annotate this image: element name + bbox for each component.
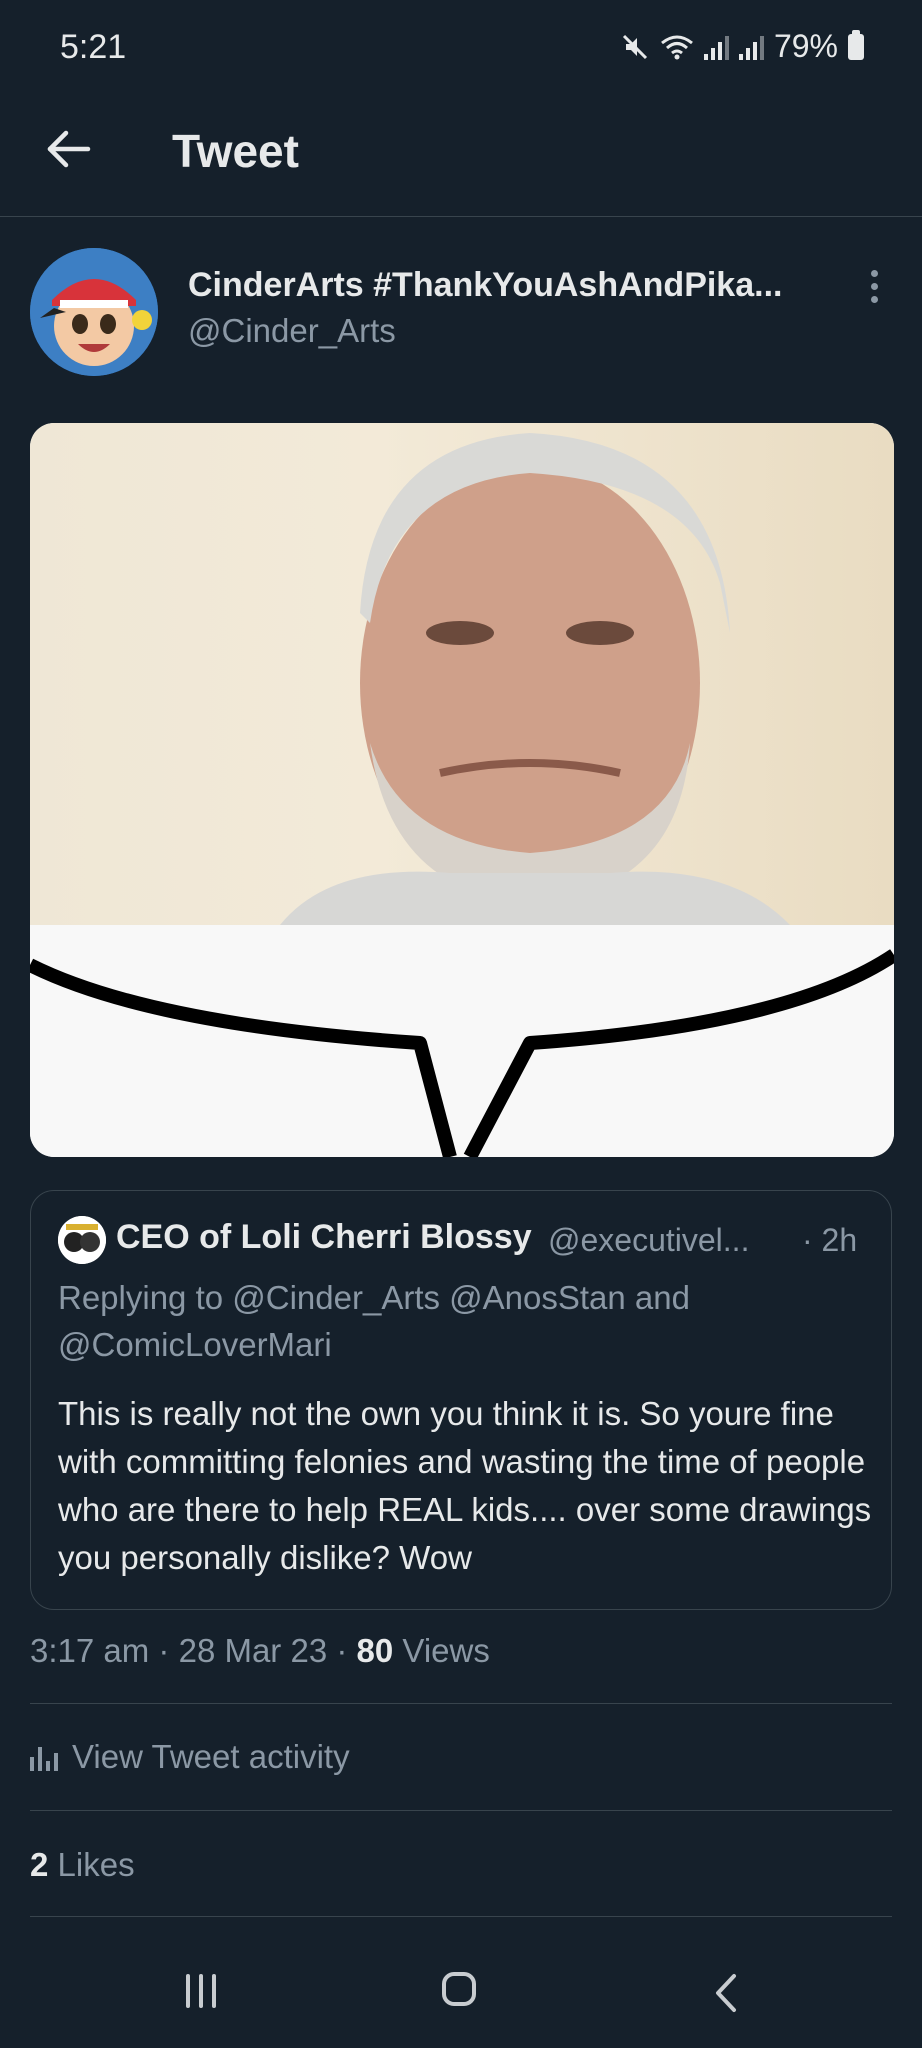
divider (30, 1916, 892, 1917)
quoted-time: · 2h (802, 1222, 858, 1258)
likes-number: 2 (30, 1846, 49, 1883)
page-title: Tweet (172, 125, 299, 177)
reply-mentions-line1[interactable]: @Cinder_Arts @AnosStan and (232, 1279, 690, 1316)
divider (30, 1703, 892, 1704)
quoted-avatar[interactable] (58, 1216, 106, 1264)
quoted-handle[interactable]: @executivel... (548, 1222, 749, 1259)
user-handle[interactable]: @Cinder_Arts (188, 312, 396, 350)
tweet-meta: 3:17 am · 28 Mar 23 · 80 Views (30, 1632, 490, 1670)
header-divider (0, 216, 922, 217)
quoted-tweet-text: This is really not the own you think it … (58, 1395, 872, 1576)
back-icon[interactable] (706, 1970, 746, 2016)
likes-count[interactable]: 2 Likes (30, 1846, 135, 1884)
mute-icon (622, 34, 648, 59)
signal-icon (703, 34, 729, 60)
more-vertical-icon[interactable] (864, 270, 884, 310)
meta-separator: · (336, 1632, 348, 1669)
bar-chart-icon (30, 1743, 58, 1771)
status-icons: 79% (620, 28, 864, 65)
reply-prefix: Replying to (58, 1279, 233, 1316)
views-count: 80 (356, 1632, 394, 1669)
quoted-reply-context: Replying to @Cinder_Arts @AnosStan and @… (58, 1274, 858, 1368)
wifi-icon (661, 35, 693, 59)
battery-icon (848, 29, 864, 60)
status-time: 5:21 (60, 28, 127, 66)
arrow-left-icon[interactable] (44, 124, 94, 174)
speech-bubble-graphic (30, 925, 894, 1157)
tweet-media[interactable] (30, 423, 894, 1157)
signal-icon (738, 34, 764, 60)
views-label: Views (402, 1632, 490, 1669)
avatar[interactable] (30, 248, 158, 376)
meta-separator: · (158, 1632, 170, 1669)
home-icon[interactable] (442, 1972, 476, 2006)
recents-icon[interactable] (186, 1974, 216, 2008)
view-tweet-activity[interactable]: View Tweet activity (30, 1738, 350, 1776)
display-name[interactable]: CinderArts #ThankYouAshAndPika... (188, 266, 828, 305)
likes-label: Likes (57, 1846, 135, 1883)
tweet-time: 3:17 am (30, 1632, 150, 1669)
tweet-date: 28 Mar 23 (178, 1632, 328, 1669)
divider (30, 1810, 892, 1811)
reply-mentions-line2[interactable]: @ComicLoverMari (58, 1326, 332, 1363)
battery-percent: 79% (773, 28, 838, 64)
activity-label: View Tweet activity (72, 1738, 350, 1775)
media-photo (30, 423, 894, 925)
quoted-display-name[interactable]: CEO of Loli Cherri Blossy (116, 1218, 532, 1257)
avatar-image (30, 248, 158, 376)
